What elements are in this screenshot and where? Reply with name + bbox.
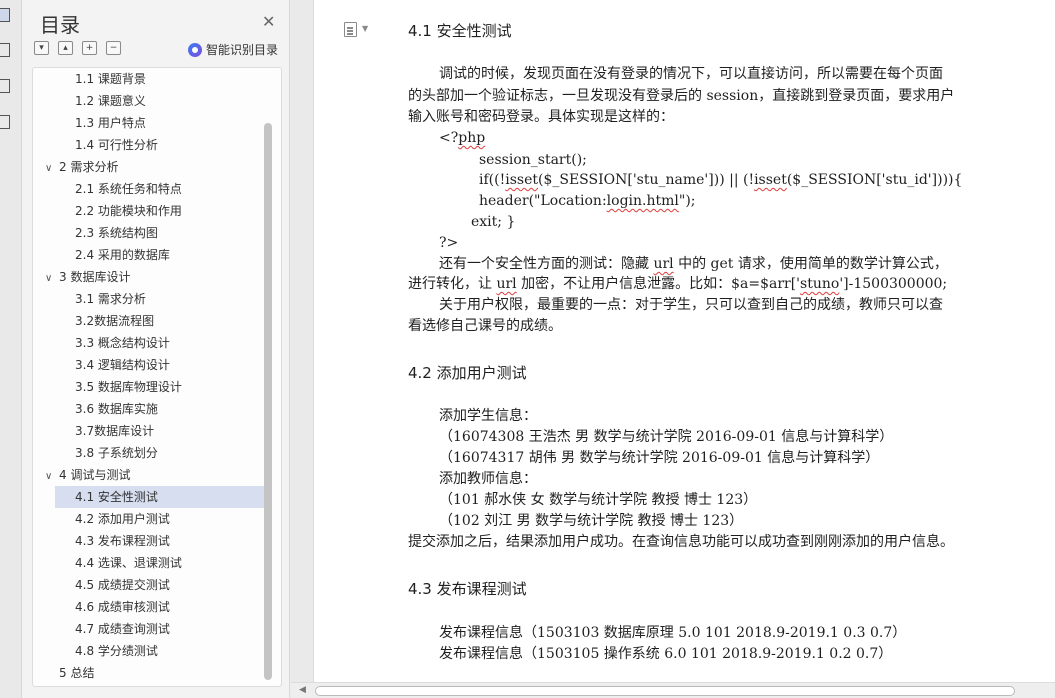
paragraph-line: 调试的时候，发现页面在没有登录的情况下，可以直接访问，所以需要在每个页面: [439, 66, 943, 82]
code-line: header("Location:login.html");: [479, 193, 696, 209]
toc-item[interactable]: 3.2数据流程图: [33, 310, 265, 332]
paragraph-line: 还有一个安全性方面的测试：隐藏 url 中的 get 请求，使用简单的数学计算公…: [439, 256, 948, 272]
bookmark-panel-icon[interactable]: [0, 43, 10, 57]
horizontal-scrollbar[interactable]: ◀: [291, 682, 1055, 698]
toc-item[interactable]: 3.3 概念结构设计: [33, 332, 265, 354]
paragraph-line: 的头部加一个验证标志，一旦发现没有登录后的 session，直接跳到登录页面，要…: [408, 88, 955, 104]
section-heading: 4.2 添加用户测试: [408, 364, 527, 382]
paragraph-line: 添加学生信息：: [439, 408, 537, 424]
toc-item[interactable]: 1.2 课题意义: [33, 90, 265, 112]
paragraph-line: 发布课程信息（1503105 操作系统 6.0 101 2018.9-2019.…: [439, 646, 893, 662]
collapse-all-icon[interactable]: ▴: [58, 41, 73, 55]
chevron-down-icon[interactable]: ∨: [45, 466, 59, 488]
add-heading-icon[interactable]: +: [82, 41, 97, 55]
toc-item[interactable]: 4.5 成绩提交测试: [33, 574, 265, 596]
paragraph-line: （101 郝水侠 女 数学与统计学院 教授 博士 123）: [439, 492, 758, 508]
toc-item[interactable]: 4.7 成绩查询测试: [33, 618, 265, 640]
toc-item[interactable]: ∨ 4 调试与测试: [33, 464, 265, 486]
chevron-down-icon[interactable]: ∨: [45, 158, 59, 180]
toc-item[interactable]: 3.5 数据库物理设计: [33, 376, 265, 398]
page-panel-icon[interactable]: [0, 79, 10, 93]
paragraph-line: 提交添加之后，结果添加用户成功。在查询信息功能可以成功查到刚刚添加的用户信息。: [408, 534, 954, 550]
paragraph-line: （102 刘江 男 数学与统计学院 教授 博士 123）: [439, 513, 744, 529]
toc-item[interactable]: 2.1 系统任务和特点: [33, 178, 265, 200]
code-line: if((!isset($_SESSION['stu_name'])) || (!…: [479, 172, 963, 188]
toc-item[interactable]: ∨ 2 需求分析: [33, 156, 265, 178]
document-area: ▼ 4.1 安全性测试 调试的时候，发现页面在没有登录的情况下，可以直接访问，所…: [291, 0, 1055, 698]
scrollbar-thumb[interactable]: [315, 686, 1015, 696]
toc-item[interactable]: 3.6 数据库实施: [33, 398, 265, 420]
toc-panel: 目录 ✕ ▾ ▴ + − 智能识别目录 1.1 课题背景 1.2 课题意义 1.…: [22, 0, 290, 698]
paragraph-line: 发布课程信息（1503103 数据库原理 5.0 101 2018.9-2019…: [439, 625, 907, 641]
toc-item[interactable]: ∨ 3 数据库设计: [33, 266, 265, 288]
scroll-left-icon[interactable]: ◀: [299, 685, 306, 695]
toc-item[interactable]: 4.6 成绩审核测试: [33, 596, 265, 618]
code-line: session_start();: [479, 152, 587, 168]
paragraph-line: 输入账号和密码登录。具体实现是这样的：: [408, 109, 674, 125]
code-line: ?>: [439, 235, 459, 251]
toc-item[interactable]: 3.4 逻辑结构设计: [33, 354, 265, 376]
toc-item[interactable]: 4.4 选课、退课测试: [33, 552, 265, 574]
section-heading: 4.3 发布课程测试: [408, 580, 527, 598]
code-line: <?php: [439, 130, 486, 146]
toc-item[interactable]: 1.3 用户特点: [33, 112, 265, 134]
remove-heading-icon[interactable]: −: [106, 41, 121, 55]
paragraph-line: 看选修自己课号的成绩。: [408, 318, 562, 334]
toc-title: 目录: [40, 13, 80, 37]
chevron-down-icon[interactable]: ∨: [45, 268, 59, 290]
paragraph-line: 添加教师信息：: [439, 471, 537, 487]
toc-item[interactable]: 4.2 添加用户测试: [33, 508, 265, 530]
paragraph-line: 关于用户权限，最重要的一点：对于学生，只可以查到自己的成绩，教师只可以查: [439, 297, 943, 313]
toc-panel-icon[interactable]: [0, 8, 10, 22]
toc-item[interactable]: 2.2 功能模块和作用: [33, 200, 265, 222]
close-icon[interactable]: ✕: [262, 12, 275, 31]
toc-item-selected[interactable]: 4.1 安全性测试: [55, 486, 265, 508]
code-line: exit; }: [471, 214, 516, 230]
paragraph-line: （16074308 王浩杰 男 数学与统计学院 2016-09-01 信息与计算…: [439, 429, 894, 445]
paragraph-line: （16074317 胡伟 男 数学与统计学院 2016-09-01 信息与计算科…: [439, 450, 880, 466]
smart-toc-button[interactable]: 智能识别目录: [188, 41, 278, 58]
toc-item[interactable]: 2.3 系统结构图: [33, 222, 265, 244]
chevron-down-icon[interactable]: ▼: [362, 24, 368, 33]
toc-list: 1.1 课题背景 1.2 课题意义 1.3 用户特点 1.4 可行性分析 ∨ 2 …: [32, 67, 282, 687]
toc-toolbar: ▾ ▴ + −: [34, 41, 121, 55]
toc-item[interactable]: 3.8 子系统划分: [33, 442, 265, 464]
toc-item[interactable]: 5 总结: [33, 662, 265, 684]
search-panel-icon[interactable]: [0, 115, 10, 129]
toc-item[interactable]: 2.4 采用的数据库: [33, 244, 265, 266]
toc-item[interactable]: 4.8 学分绩测试: [33, 640, 265, 662]
document-icon[interactable]: [344, 22, 357, 37]
toc-item[interactable]: 3.7数据库设计: [33, 420, 265, 442]
smart-recognize-icon: [188, 42, 202, 57]
smart-toc-label: 智能识别目录: [206, 43, 279, 57]
toc-item[interactable]: 3.1 需求分析: [33, 288, 265, 310]
paragraph-line: 进行转化，让 url 加密，不让用户信息泄露。比如：$a=$arr['stuno…: [408, 276, 948, 292]
left-icon-rail: [0, 0, 22, 698]
section-heading: 4.1 安全性测试: [408, 22, 512, 40]
document-page: ▼ 4.1 安全性测试 调试的时候，发现页面在没有登录的情况下，可以直接访问，所…: [313, 0, 1055, 682]
toc-item[interactable]: 1.1 课题背景: [33, 68, 265, 90]
toc-item[interactable]: 1.4 可行性分析: [33, 134, 265, 156]
toc-item[interactable]: 4.3 发布课程测试: [33, 530, 265, 552]
toc-scrollbar[interactable]: [264, 123, 272, 680]
expand-all-icon[interactable]: ▾: [34, 41, 49, 55]
